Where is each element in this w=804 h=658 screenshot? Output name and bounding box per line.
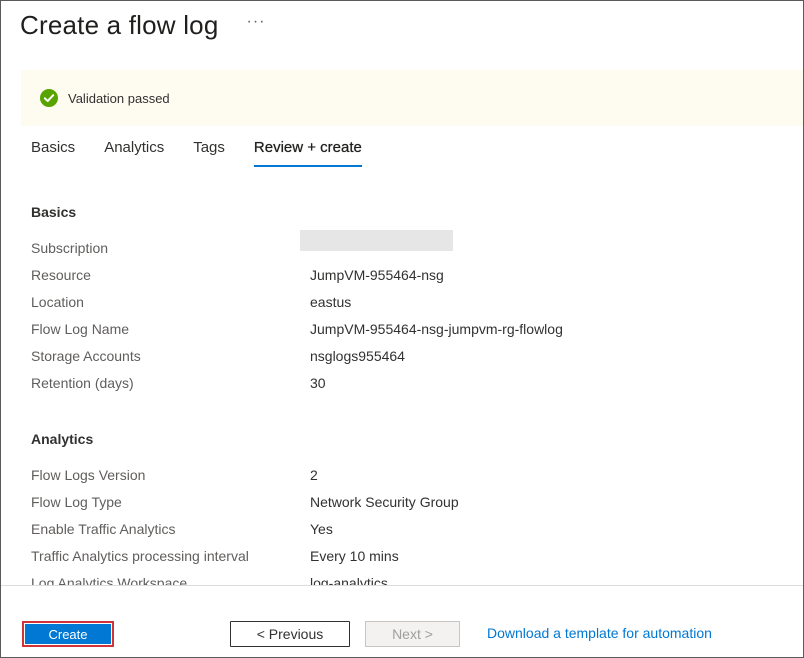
row-value: JumpVM-955464-nsg: [310, 267, 444, 283]
wizard-tabs: Basics Analytics Tags Review + create: [31, 137, 391, 169]
tab-label: Basics: [31, 139, 76, 156]
tab-tags[interactable]: Tags: [193, 137, 225, 167]
row-value: 30: [310, 375, 326, 391]
row-value: JumpVM-955464-nsg-jumpvm-rg-flowlog: [310, 321, 563, 337]
redacted-value: [300, 230, 453, 251]
row-label: Flow Logs Version: [31, 467, 146, 483]
more-options-icon[interactable]: ···: [247, 13, 266, 31]
summary-row-resource: Resource JumpVM-955464-nsg: [31, 265, 791, 285]
row-label: Resource: [31, 267, 91, 283]
summary-row-subscription: Subscription: [31, 230, 791, 258]
create-button-label: Create: [24, 623, 112, 645]
tab-basics[interactable]: Basics: [31, 137, 75, 167]
summary-row-flow-logs-version: Flow Logs Version 2: [31, 465, 791, 485]
row-value: nsglogs955464: [310, 348, 405, 364]
previous-button[interactable]: < Previous: [230, 621, 350, 647]
tab-label: Tags: [193, 139, 225, 156]
row-label: Storage Accounts: [31, 348, 141, 364]
row-value: eastus: [310, 294, 352, 310]
row-value: Yes: [310, 521, 333, 537]
tab-label: Analytics: [104, 139, 165, 156]
download-template-link[interactable]: Download a template for automation: [487, 625, 712, 641]
check-circle-icon: [40, 89, 58, 107]
section-title-analytics: Analytics: [31, 431, 94, 447]
row-label: Retention (days): [31, 375, 134, 391]
summary-row-storage-accounts: Storage Accounts nsglogs955464: [31, 346, 791, 366]
validation-banner: Validation passed: [21, 70, 803, 126]
section-title-basics: Basics: [31, 204, 77, 220]
tab-review-create[interactable]: Review + create: [253, 137, 362, 167]
summary-row-flow-log-type: Flow Log Type Network Security Group: [31, 492, 791, 512]
summary-row-location: Location eastus: [31, 292, 791, 312]
row-label: Location: [31, 294, 84, 310]
row-value: Network Security Group: [310, 494, 459, 510]
row-label: Enable Traffic Analytics: [31, 521, 176, 537]
summary-row-retention: Retention (days) 30: [31, 373, 791, 393]
row-label: Traffic Analytics processing interval: [31, 548, 249, 564]
summary-row-processing-interval: Traffic Analytics processing interval Ev…: [31, 546, 791, 566]
footer-divider: [1, 585, 803, 586]
row-label: Flow Log Type: [31, 494, 122, 510]
summary-row-flow-log-name: Flow Log Name JumpVM-955464-nsg-jumpvm-r…: [31, 319, 791, 339]
row-value: Every 10 mins: [310, 548, 399, 564]
row-label: Subscription: [31, 240, 109, 256]
validation-message: Validation passed: [68, 90, 170, 106]
tab-analytics[interactable]: Analytics: [104, 137, 164, 167]
create-button[interactable]: Create: [22, 621, 114, 647]
page-header: Create a flow log ···: [20, 5, 266, 45]
row-value: 2: [310, 467, 318, 483]
page-title: Create a flow log: [20, 9, 219, 40]
summary-row-traffic-analytics: Enable Traffic Analytics Yes: [31, 519, 791, 539]
row-label: Flow Log Name: [31, 321, 130, 337]
next-button[interactable]: Next >: [365, 621, 460, 647]
tab-label: Review + create: [253, 139, 362, 156]
create-flow-log-panel: Create a flow log ··· Validation passed …: [0, 0, 804, 658]
